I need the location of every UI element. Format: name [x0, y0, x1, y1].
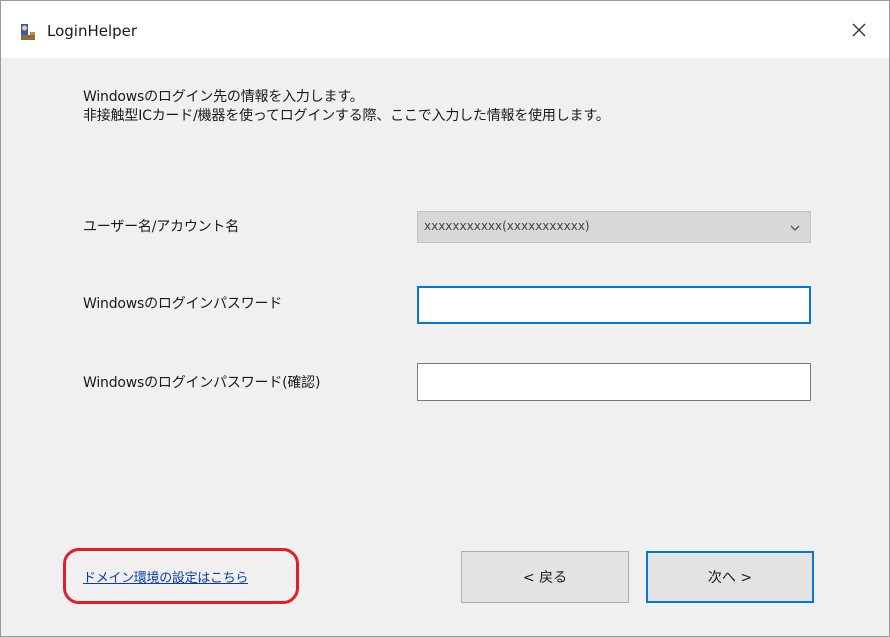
password-confirm-label: Windowsのログインパスワード(確認) [83, 375, 321, 391]
username-label: ユーザー名/アカウント名 [83, 219, 240, 235]
intro-text: Windowsのログイン先の情報を入力します。 非接触型ICカード/機器を使って… [83, 88, 610, 126]
chevron-down-icon [790, 225, 800, 231]
username-select-value: xxxxxxxxxxx(xxxxxxxxxxx) [424, 219, 590, 233]
password-input[interactable] [417, 286, 811, 324]
password-confirm-input[interactable] [417, 363, 811, 401]
username-select[interactable]: xxxxxxxxxxx(xxxxxxxxxxx) [417, 211, 811, 243]
password-label: Windowsのログインパスワード [83, 296, 283, 312]
login-helper-window: LoginHelper Windowsのログイン先の情報を入力します。 非接触型… [0, 0, 890, 637]
intro-line-1: Windowsのログイン先の情報を入力します。 [83, 89, 364, 105]
back-button[interactable]: < 戻る [461, 551, 629, 603]
user-login-icon [21, 24, 35, 40]
intro-line-2: 非接触型ICカード/機器を使ってログインする際、ここで入力した情報を使用します。 [83, 108, 610, 124]
next-button[interactable]: 次へ > [646, 551, 814, 603]
title-bar: LoginHelper [1, 1, 889, 58]
close-button[interactable] [829, 1, 889, 58]
close-icon [852, 23, 866, 36]
domain-settings-link[interactable]: ドメイン環境の設定はこちら [83, 567, 248, 586]
window-title: LoginHelper [47, 22, 138, 40]
